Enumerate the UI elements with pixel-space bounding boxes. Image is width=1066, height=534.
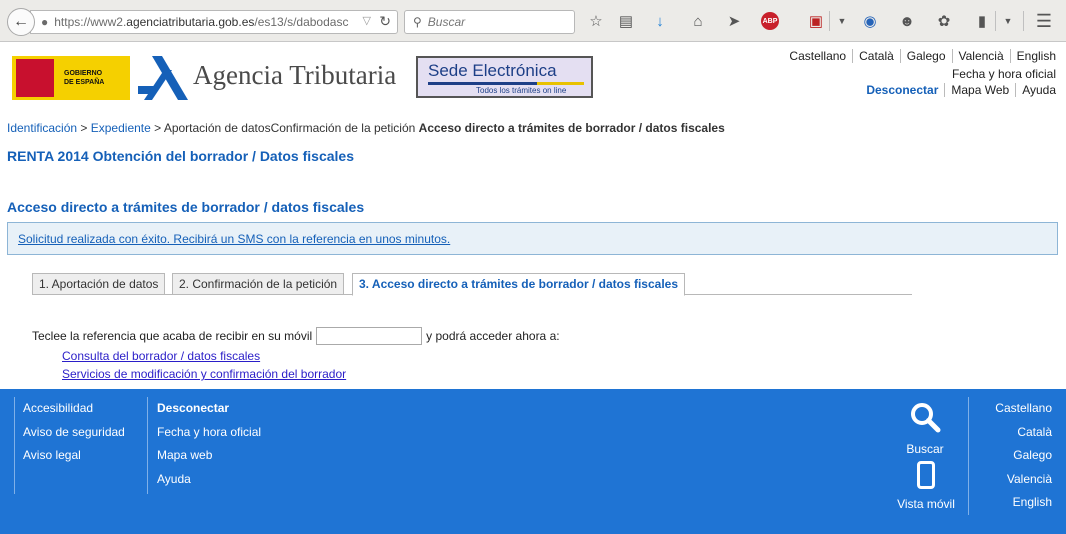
emoji-icon[interactable]: ☻	[895, 10, 919, 32]
browser-search-input[interactable]: ⚲ Buscar	[404, 10, 575, 34]
tab-aportacion-datos[interactable]: 1. Aportación de datos	[32, 273, 166, 295]
search-icon: ⚲	[413, 15, 422, 29]
reading-list-icon[interactable]: ▤	[614, 10, 638, 32]
sede-electronica-logo[interactable]: Sede Electrónica Todos los trámites on l…	[416, 56, 593, 98]
ayuda-link[interactable]: Ayuda	[1016, 83, 1056, 97]
breadcrumb-current: Acceso directo a trámites de borrador / …	[418, 121, 725, 135]
footer-lang-castellano[interactable]: Castellano	[969, 397, 1052, 421]
lang-valencia[interactable]: Valencià	[953, 49, 1011, 63]
download-icon[interactable]: ↓	[648, 10, 672, 32]
adblock-icon[interactable]: ABP	[758, 10, 782, 32]
reference-row: Teclee la referencia que acaba de recibi…	[32, 327, 560, 345]
tab-acceso-directo[interactable]: 3. Acceso directo a trámites de borrador…	[352, 273, 686, 296]
reference-input[interactable]	[316, 327, 423, 345]
agencia-tributaria-logo-icon[interactable]	[138, 56, 188, 100]
clipboard-icon[interactable]: ▮	[970, 10, 994, 32]
url-bar[interactable]: ● https://www2.agenciatributaria.gob.es/…	[30, 10, 398, 34]
toolbar-separator	[1023, 11, 1024, 31]
send-icon[interactable]: ➤	[722, 10, 746, 32]
accesibilidad-link[interactable]: Accesibilidad	[23, 397, 147, 421]
footer-mapa-link[interactable]: Mapa web	[157, 444, 261, 468]
page-title: RENTA 2014 Obtención del borrador / Dato…	[7, 148, 354, 164]
breadcrumb-expediente[interactable]: Expediente	[91, 121, 151, 135]
mapa-web-link[interactable]: Mapa Web	[945, 83, 1017, 97]
footer-language-links: Castellano Català Galego Valencià Englis…	[968, 397, 1052, 515]
chevron-down-icon[interactable]: ▼	[830, 10, 854, 32]
footer-search-button[interactable]: Buscar	[900, 401, 950, 456]
coat-of-arms-icon	[14, 57, 56, 99]
media-icon[interactable]: ◉	[858, 10, 882, 32]
bookmark-star-icon[interactable]: ☆	[584, 10, 608, 32]
site-footer: Accesibilidad Aviso de seguridad Aviso l…	[0, 389, 1066, 534]
reference-label: Teclee la referencia que acaba de recibi…	[32, 329, 313, 343]
fecha-hora-link[interactable]: Fecha y hora oficial	[952, 67, 1056, 81]
globe-icon: ●	[41, 15, 49, 29]
lang-english[interactable]: English	[1011, 49, 1056, 63]
footer-desconectar-link[interactable]: Desconectar	[157, 397, 261, 421]
browser-toolbar: ● https://www2.agenciatributaria.gob.es/…	[0, 0, 1066, 42]
home-icon[interactable]: ⌂	[686, 10, 710, 32]
footer-lang-valencia[interactable]: Valencià	[969, 468, 1052, 492]
desconectar-link[interactable]: Desconectar	[860, 83, 946, 97]
step-tabs: 1. Aportación de datos 2. Confirmación d…	[32, 272, 912, 296]
lang-catala[interactable]: Català	[853, 49, 901, 63]
servicios-modificacion-link[interactable]: Servicios de modificación y confirmación…	[62, 365, 346, 383]
footer-lang-galego[interactable]: Galego	[969, 444, 1052, 468]
tab-confirmacion[interactable]: 2. Confirmación de la petición	[172, 273, 345, 295]
chevron-down-icon[interactable]: ▼	[996, 10, 1020, 32]
header-links: Desconectar Mapa Web Ayuda	[860, 83, 1056, 97]
language-selector: Castellano Català Galego Valencià Englis…	[783, 49, 1056, 63]
footer-lang-english[interactable]: English	[969, 491, 1052, 515]
agency-name[interactable]: Agencia Tributaria	[193, 60, 396, 91]
footer-fecha-link[interactable]: Fecha y hora oficial	[157, 421, 261, 445]
footer-lang-catala[interactable]: Català	[969, 421, 1052, 445]
magnifier-icon	[911, 403, 941, 433]
success-message: Solicitud realizada con éxito. Recibirá …	[7, 222, 1058, 255]
footer-legal-links: Accesibilidad Aviso de seguridad Aviso l…	[14, 397, 148, 494]
extension-icon[interactable]: ✿	[932, 10, 956, 32]
lang-galego[interactable]: Galego	[901, 49, 953, 63]
aviso-legal-link[interactable]: Aviso legal	[23, 444, 147, 468]
success-message-text[interactable]: Solicitud realizada con éxito. Recibirá …	[18, 232, 450, 246]
vista-movil-button[interactable]: Vista móvil	[893, 461, 959, 511]
history-dropdown-icon[interactable]: ▽	[363, 14, 371, 27]
reference-label-after: y podrá acceder ahora a:	[426, 329, 560, 343]
mobile-phone-icon	[917, 461, 935, 489]
site-header: GOBIERNO DE ESPAÑA Agencia Tributaria Se…	[0, 43, 1066, 113]
footer-nav-links: Desconectar Fecha y hora oficial Mapa we…	[157, 397, 261, 491]
access-links: Consulta del borrador / datos fiscales S…	[62, 347, 346, 383]
lang-castellano[interactable]: Castellano	[783, 49, 854, 63]
menu-icon[interactable]: ☰	[1032, 10, 1056, 32]
footer-ayuda-link[interactable]: Ayuda	[157, 468, 261, 492]
aviso-seguridad-link[interactable]: Aviso de seguridad	[23, 421, 147, 445]
back-arrow-icon: ←	[13, 13, 29, 30]
breadcrumb: Identificación > Expediente > Aportación…	[7, 121, 725, 135]
pdf-icon[interactable]: ▣	[804, 10, 828, 32]
reload-icon[interactable]: ↻	[379, 13, 391, 30]
consulta-borrador-link[interactable]: Consulta del borrador / datos fiscales	[62, 347, 346, 365]
url-text: https://www2.agenciatributaria.gob.es/es…	[54, 15, 349, 29]
breadcrumb-steps: Aportación de datosConfirmación de la pe…	[163, 121, 416, 135]
back-button[interactable]: ←	[7, 8, 35, 36]
gobierno-logo[interactable]: GOBIERNO DE ESPAÑA	[12, 56, 130, 100]
section-title: Acceso directo a trámites de borrador / …	[7, 199, 365, 215]
breadcrumb-identificacion[interactable]: Identificación	[7, 121, 77, 135]
main-content: Identificación > Expediente > Aportación…	[0, 113, 1066, 389]
